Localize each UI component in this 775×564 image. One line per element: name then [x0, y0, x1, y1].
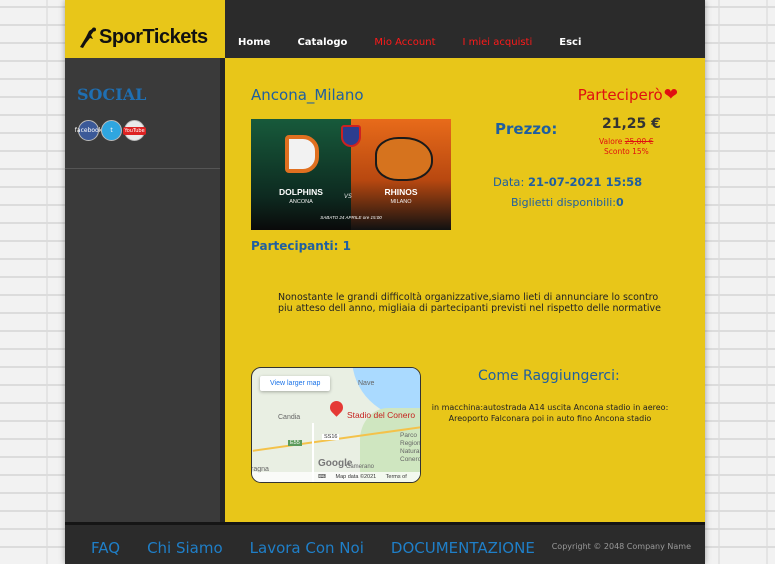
price: 21,25 €: [602, 116, 661, 132]
valore-original: 25,00 €: [624, 137, 654, 146]
prezzo-label: Prezzo:: [495, 120, 558, 138]
discount: Sconto 15%: [604, 147, 649, 156]
sidebar-divider: [65, 168, 220, 169]
footer-links: FAQ Chi Siamo Lavora Con Noi DOCUMENTAZI…: [91, 539, 562, 557]
data-label: Data:: [493, 175, 525, 189]
footer: FAQ Chi Siamo Lavora Con Noi DOCUMENTAZI…: [65, 522, 705, 564]
rhinos-logo: [375, 137, 433, 181]
original-price: Valore 25,00 €: [599, 137, 653, 146]
facebook-icon[interactable]: facebook: [75, 120, 102, 141]
twitter-icon[interactable]: t: [101, 120, 122, 141]
map-label-e55: E55: [288, 440, 302, 446]
nav-mio-account[interactable]: Mio Account: [374, 37, 435, 48]
tickets-available: Biglietti disponibili:0: [511, 196, 624, 209]
nav-esci[interactable]: Esci: [559, 37, 581, 48]
nav-catalogo[interactable]: Catalogo: [297, 37, 347, 48]
youtube-icon[interactable]: YouTube: [123, 120, 146, 141]
league-shield-icon: [341, 125, 361, 147]
youtube-icon-label: YouTube: [123, 126, 146, 135]
valore-label: Valore: [599, 137, 623, 146]
map-label-ss16: SS16: [322, 434, 340, 440]
event-poster: DOLPHINS ANCONA VS RHINOS MILANO SABATO …: [251, 119, 451, 230]
dolphins-logo: [285, 135, 319, 173]
heart-icon[interactable]: ❤: [664, 85, 678, 105]
partecipanti-label: Partecipanti:: [251, 239, 339, 253]
location-pin-icon[interactable]: [327, 398, 346, 417]
nav-home[interactable]: Home: [238, 37, 270, 48]
map-poi-label[interactable]: Stadio del Conero: [347, 410, 415, 420]
main-nav: Home Catalogo Mio Account I miei acquist…: [238, 37, 608, 48]
poster-team1: DOLPHINS: [279, 187, 323, 197]
nav-miei-acquisti[interactable]: I miei acquisti: [463, 37, 533, 48]
poster-city2: MILANO: [390, 199, 412, 205]
partecipero-label: Parteciperò: [577, 86, 663, 104]
partecipero-button[interactable]: Parteciperò ❤: [578, 85, 678, 105]
map-label-candia: Candia: [278, 414, 301, 421]
biglietti-value: 0: [616, 196, 624, 209]
location-map[interactable]: View larger map Nave Candia Parco Region…: [251, 367, 421, 483]
partecipanti: Partecipanti: 1: [251, 239, 351, 253]
sidebar: SOCIAL facebook t YouTube: [65, 58, 225, 522]
logo[interactable]: SporTickets: [77, 26, 208, 49]
event-date: Data: 21-07-2021 15:58: [493, 175, 642, 189]
event-description: Nonostante le grandi difficoltà organizz…: [278, 292, 661, 314]
keyboard-icon[interactable]: ⌨: [318, 474, 326, 480]
copyright: Copyright © 2048 Company Name: [551, 542, 691, 551]
footer-link-lavora[interactable]: Lavora Con Noi: [250, 539, 364, 557]
directions-title: Come Raggiungerci:: [478, 368, 620, 384]
data-value: 21-07-2021 15:58: [528, 175, 643, 189]
event-title: Ancona_Milano: [251, 86, 364, 104]
directions-text: in macchina:autostrada A14 uscita Ancona…: [431, 403, 669, 423]
logo-text: SporTickets: [99, 26, 208, 48]
footer-link-documentazione[interactable]: DOCUMENTAZIONE: [391, 539, 535, 557]
partecipanti-count: 1: [342, 239, 352, 253]
biglietti-label: Biglietti disponibili:: [511, 196, 617, 209]
map-footer: ⌨ Map data ©2021 Terms of Use: [252, 472, 420, 482]
football-player-icon: [80, 27, 96, 48]
map-data-label: Map data ©2021: [335, 474, 377, 480]
map-label-park: Parco Regionale Naturale Conero: [400, 432, 421, 463]
footer-link-chi-siamo[interactable]: Chi Siamo: [147, 539, 223, 557]
poster-date: SABATO 24 APRILE ore 15:00: [320, 215, 382, 220]
top-navbar: Home Catalogo Mio Account I miei acquist…: [225, 0, 705, 58]
social-icons: facebook t YouTube: [75, 120, 146, 141]
page: SporTickets Home Catalogo Mio Account I …: [65, 0, 705, 564]
footer-link-faq[interactable]: FAQ: [91, 539, 120, 557]
poster-team2: RHINOS: [384, 187, 418, 197]
main-content: Ancona_Milano Parteciperò ❤ DOLPHINS ANC…: [225, 58, 705, 522]
poster-city1: ANCONA: [289, 199, 313, 205]
map-label-nave: Nave: [358, 380, 375, 387]
view-larger-map-button[interactable]: View larger map: [260, 376, 331, 391]
logo-area[interactable]: SporTickets: [65, 0, 225, 58]
google-logo: Google: [318, 458, 353, 469]
social-title: SOCIAL: [77, 85, 147, 104]
